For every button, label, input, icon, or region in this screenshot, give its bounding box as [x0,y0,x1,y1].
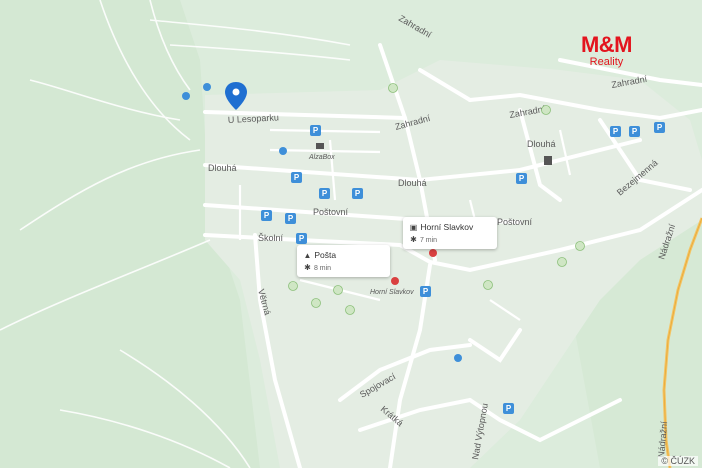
bus-stop-callout[interactable]: ▣ Horní Slavkov ✱ 7 min [403,217,497,249]
brand-logo: M&M Reality [580,32,633,69]
monument-icon [544,156,552,165]
parking-icon[interactable]: P [420,286,431,297]
accessibility-icon [279,147,287,155]
park-icon [288,281,298,291]
street-label: Dlouhá [527,139,556,149]
park-icon [557,257,567,267]
park-icon [345,305,355,315]
parking-icon[interactable]: P [629,126,640,137]
park-icon [483,280,493,290]
parking-icon[interactable]: P [285,213,296,224]
bus-stop-label: Horní Slavkov [370,289,414,296]
parking-icon[interactable]: P [296,233,307,244]
parking-icon[interactable]: P [516,173,527,184]
park-icon [388,83,398,93]
brand-logo-subtitle: Reality [589,56,624,68]
street-label: Školní [258,233,284,243]
park-icon [575,241,585,251]
parking-icon[interactable]: P [352,188,363,199]
bus-stop-walk-time: 7 min [419,237,438,244]
accessibility-icon [454,354,462,362]
parking-icon[interactable]: P [261,210,272,221]
bus-stop-name: Horní Slavkov [420,222,474,232]
map-canvas[interactable]: U Lesoparku Dlouhá Dlouhá Dlouhá Poštovn… [0,0,702,468]
street-label: Poštovní [497,217,533,227]
park-icon [333,285,343,295]
accessibility-icon [203,83,211,91]
street-label: Dlouhá [398,178,427,188]
parking-icon[interactable]: P [610,126,621,137]
parking-icon[interactable]: P [654,122,665,133]
street-label: Dlouhá [208,163,237,173]
park-icon [541,105,551,115]
post-office-name: Pošta [314,250,337,260]
bus-icon: ▣ [409,223,418,232]
alzabox-label: AlzaBox [308,154,335,161]
brand-logo-mark: M&M [580,32,633,57]
parking-icon[interactable]: P [319,188,330,199]
parking-icon[interactable]: P [310,125,321,136]
post-office-icon: ▲ [303,251,312,260]
walk-icon: ✱ [410,235,417,244]
street-label: Poštovní [313,207,349,217]
mail-icon [316,143,324,149]
post-office-callout[interactable]: ▲ Pošta ✱ 8 min [297,245,390,277]
accessibility-icon [182,92,190,100]
walk-icon: ✱ [304,263,311,272]
park-icon [311,298,321,308]
parking-icon[interactable]: P [291,172,302,183]
map-copyright: © ČÚZK [658,456,698,466]
parking-icon[interactable]: P [503,403,514,414]
post-office-walk-time: 8 min [313,265,332,272]
